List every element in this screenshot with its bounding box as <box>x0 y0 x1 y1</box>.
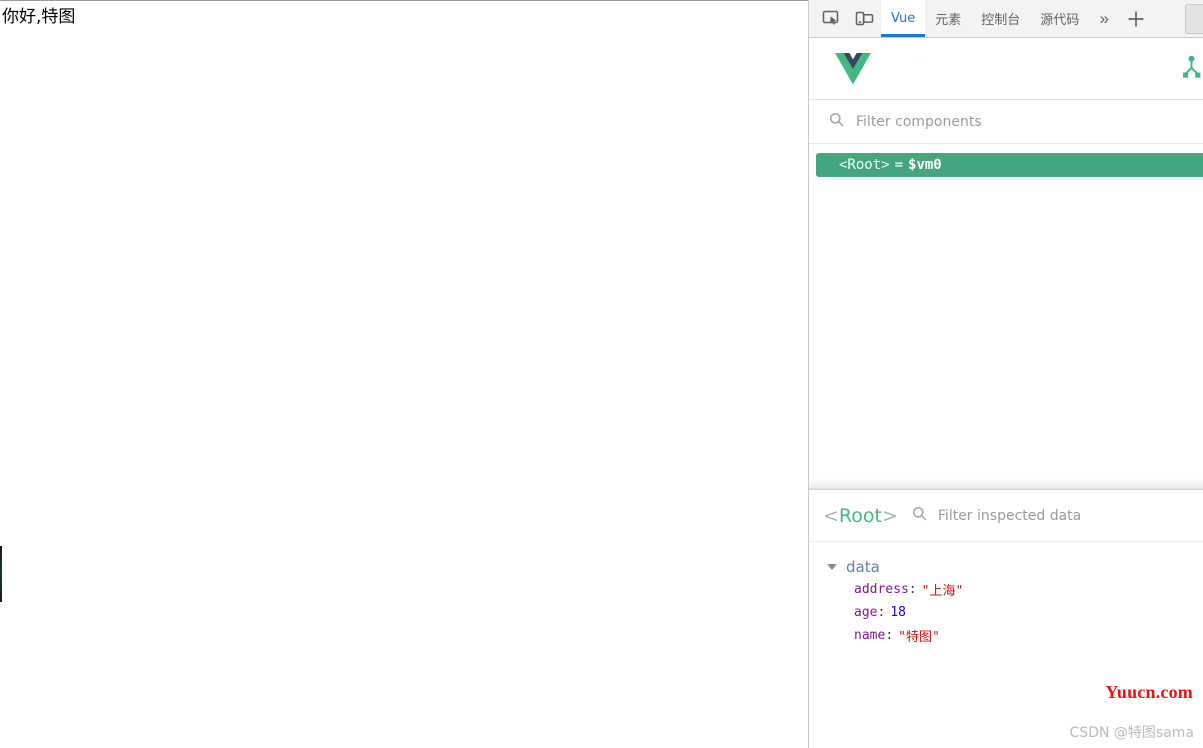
tab-console[interactable]: 控制台 <box>971 0 1030 37</box>
devtools-panel: Vue 元素 控制台 源代码 » Filter components <Root… <box>808 0 1203 748</box>
watermark-site: Yuucn.com <box>1105 682 1193 702</box>
tab-elements-label: 元素 <box>935 13 962 28</box>
tab-sources[interactable]: 源代码 <box>1030 0 1089 37</box>
screenshot-root: 你好,特图 Vue 元素 控制台 源代码 » Filter components… <box>0 0 1203 748</box>
data-value: 18 <box>890 605 906 620</box>
chevron-down-icon[interactable] <box>827 564 837 570</box>
tab-vue-label: Vue <box>891 11 916 26</box>
more-tabs-label: » <box>1099 8 1110 28</box>
tabbar-overflow-control[interactable] <box>1185 4 1203 34</box>
page-edge-artifact <box>0 546 2 602</box>
tab-elements[interactable]: 元素 <box>925 0 971 37</box>
data-colon: : <box>908 582 917 597</box>
device-toolbar-icon[interactable] <box>848 0 881 37</box>
tree-row-tag: <Root> <box>839 157 890 173</box>
data-key: age <box>854 605 878 620</box>
watermark-credit: CSDN @特图sama <box>1069 725 1194 741</box>
data-group-header[interactable]: data <box>809 556 1203 578</box>
inspector-header: <Root> Filter inspected data <box>809 490 1203 542</box>
inspected-data-filter-placeholder: Filter inspected data <box>937 507 1082 524</box>
tree-row-root[interactable]: <Root> = $vm0 <box>816 153 1203 177</box>
bracket-open: < <box>823 504 839 527</box>
data-value: "上海" <box>921 584 964 599</box>
data-row[interactable]: address: "上海" <box>809 578 1203 601</box>
page-greeting-text: 你好,特图 <box>2 7 76 27</box>
component-filter-bar[interactable]: Filter components <box>809 100 1203 144</box>
tree-row-equals: = <box>894 157 904 173</box>
vue-panel-header <box>809 38 1203 100</box>
data-colon: : <box>877 605 886 620</box>
inspect-element-icon[interactable] <box>815 0 848 37</box>
search-icon <box>912 506 927 526</box>
devtools-tabbar: Vue 元素 控制台 源代码 » <box>809 0 1203 38</box>
data-colon: : <box>885 628 894 643</box>
component-tree-icon[interactable] <box>1179 54 1201 83</box>
tab-sources-label: 源代码 <box>1040 13 1080 28</box>
vue-header-actions <box>1179 54 1201 83</box>
browser-page-viewport: 你好,特图 <box>0 0 808 748</box>
more-tabs-icon[interactable]: » <box>1089 0 1119 37</box>
vue-logo-icon <box>833 51 873 87</box>
data-group-label: data <box>846 558 880 576</box>
inspected-component-name: <Root> <box>823 505 898 527</box>
tab-console-label: 控制台 <box>981 13 1021 28</box>
data-key: name <box>854 628 886 643</box>
inspected-data-tree: data address: "上海" age:18 name: "特图" <box>809 542 1203 647</box>
search-icon <box>829 112 844 132</box>
data-row[interactable]: age:18 <box>809 601 1203 624</box>
data-key: address <box>854 582 909 597</box>
component-tree: <Root> = $vm0 <box>809 144 1203 478</box>
tree-row-vm-ref: $vm0 <box>908 157 942 173</box>
component-filter-placeholder: Filter components <box>856 113 982 130</box>
tab-vue[interactable]: Vue <box>881 0 926 37</box>
data-value: "特图" <box>898 630 940 645</box>
panel-splitter[interactable] <box>809 478 1203 490</box>
add-tab-button[interactable] <box>1119 0 1153 37</box>
data-row[interactable]: name: "特图" <box>809 624 1203 647</box>
bracket-close: > <box>881 504 898 527</box>
component-name-text: Root <box>838 504 882 527</box>
